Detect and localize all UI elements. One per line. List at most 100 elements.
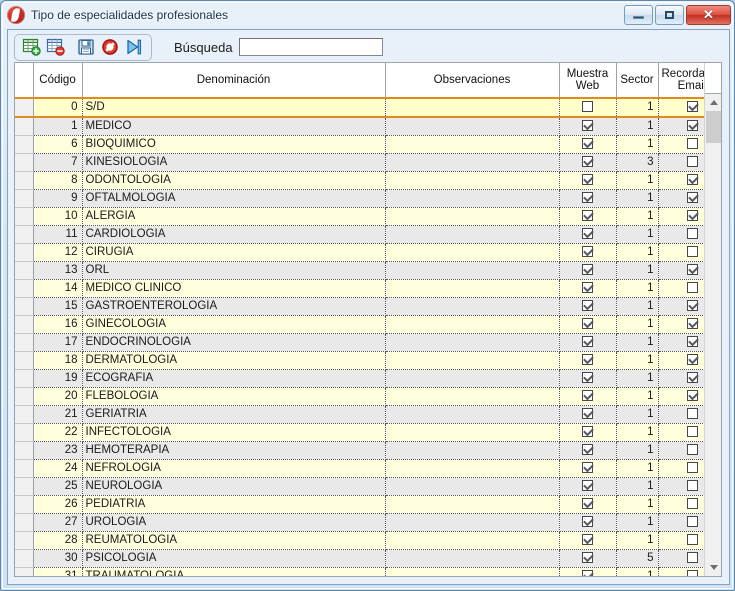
cell-denominacion[interactable]: ORL xyxy=(82,261,386,280)
cell-sector[interactable]: 5 xyxy=(616,549,659,568)
cell-codigo[interactable]: 9 xyxy=(33,189,83,208)
checkbox-checked-icon[interactable] xyxy=(582,389,593,401)
table-row[interactable]: 21 GERIATRIA 1 xyxy=(15,405,721,424)
row-selector-cell[interactable] xyxy=(15,225,34,244)
cell-codigo[interactable]: 1 xyxy=(33,117,83,136)
checkbox-unchecked-icon[interactable] xyxy=(686,461,698,473)
cell-denominacion[interactable]: CIRUGIA xyxy=(82,243,386,262)
cell-muestra-web[interactable] xyxy=(559,549,617,568)
row-selector-cell[interactable] xyxy=(15,261,34,280)
row-selector-cell[interactable] xyxy=(15,495,34,514)
column-header-codigo[interactable]: Código xyxy=(33,63,83,99)
cell-denominacion[interactable]: UROLOGIA xyxy=(82,513,386,532)
table-row[interactable]: 16 GINECOLOGIA 1 xyxy=(15,315,721,334)
row-selector-cell[interactable] xyxy=(15,459,34,478)
cell-denominacion[interactable]: TRAUMATOLOGIA xyxy=(82,567,386,576)
cell-sector[interactable]: 1 xyxy=(616,423,659,442)
cell-denominacion[interactable]: REUMATOLOGIA xyxy=(82,531,386,550)
row-selector-cell[interactable] xyxy=(15,207,34,226)
cell-denominacion[interactable]: INFECTOLOGIA xyxy=(82,423,386,442)
cell-observaciones[interactable] xyxy=(385,135,560,154)
cell-codigo[interactable]: 13 xyxy=(33,261,83,280)
minimize-button[interactable] xyxy=(624,4,653,25)
row-selector-cell[interactable] xyxy=(15,189,34,208)
cell-muestra-web[interactable] xyxy=(559,495,617,514)
cell-denominacion[interactable]: PEDIATRIA xyxy=(82,495,386,514)
cell-observaciones[interactable] xyxy=(385,243,560,262)
cell-observaciones[interactable] xyxy=(385,369,560,388)
checkbox-unchecked-icon[interactable] xyxy=(686,245,698,257)
cell-sector[interactable]: 1 xyxy=(616,387,659,406)
table-row[interactable]: 27 UROLOGIA 1 xyxy=(15,513,721,532)
cell-observaciones[interactable] xyxy=(385,477,560,496)
cell-sector[interactable]: 1 xyxy=(616,513,659,532)
cell-denominacion[interactable]: GINECOLOGIA xyxy=(82,315,386,334)
table-row[interactable]: 13 ORL 1 xyxy=(15,261,721,280)
cell-observaciones[interactable] xyxy=(385,279,560,298)
cancel-button[interactable] xyxy=(98,36,122,58)
checkbox-checked-icon[interactable] xyxy=(582,479,593,491)
checkbox-unchecked-icon[interactable] xyxy=(686,407,698,419)
checkbox-checked-icon[interactable] xyxy=(686,371,698,383)
goto-last-button[interactable] xyxy=(122,36,146,58)
cell-sector[interactable]: 1 xyxy=(616,567,659,576)
table-row[interactable]: 17 ENDOCRINOLOGIA 1 xyxy=(15,333,721,352)
table-row[interactable]: 30 PSICOLOGIA 5 xyxy=(15,549,721,568)
checkbox-checked-icon[interactable] xyxy=(686,389,698,401)
cell-observaciones[interactable] xyxy=(385,441,560,460)
cell-observaciones[interactable] xyxy=(385,567,560,576)
cell-muestra-web[interactable] xyxy=(559,423,617,442)
cell-sector[interactable]: 1 xyxy=(616,261,659,280)
checkbox-checked-icon[interactable] xyxy=(686,353,698,365)
cell-muestra-web[interactable] xyxy=(559,459,617,478)
cell-muestra-web[interactable] xyxy=(559,171,617,190)
cell-codigo[interactable]: 18 xyxy=(33,351,83,370)
vertical-scrollbar[interactable] xyxy=(704,63,721,576)
table-row[interactable]: 18 DERMATOLOGIA 1 xyxy=(15,351,721,370)
cell-muestra-web[interactable] xyxy=(559,297,617,316)
table-row[interactable]: 9 OFTALMOLOGIA 1 xyxy=(15,189,721,208)
cell-denominacion[interactable]: PSICOLOGIA xyxy=(82,549,386,568)
cell-sector[interactable]: 1 xyxy=(616,207,659,226)
scrollbar-thumb[interactable] xyxy=(706,111,721,143)
cell-muestra-web[interactable] xyxy=(559,189,617,208)
column-header-sector[interactable]: Sector xyxy=(616,63,659,99)
row-selector-cell[interactable] xyxy=(15,153,34,172)
cell-sector[interactable]: 1 xyxy=(616,405,659,424)
cell-denominacion[interactable]: ODONTOLOGIA xyxy=(82,171,386,190)
cell-observaciones[interactable] xyxy=(385,315,560,334)
checkbox-unchecked-icon[interactable] xyxy=(686,227,698,239)
cell-sector[interactable]: 3 xyxy=(616,153,659,172)
cell-codigo[interactable]: 12 xyxy=(33,243,83,262)
checkbox-checked-icon[interactable] xyxy=(686,119,698,131)
cell-denominacion[interactable]: GERIATRIA xyxy=(82,405,386,424)
checkbox-unchecked-icon[interactable] xyxy=(686,497,698,509)
cell-codigo[interactable]: 10 xyxy=(33,207,83,226)
cell-denominacion[interactable]: S/D xyxy=(82,97,386,118)
cell-observaciones[interactable] xyxy=(385,513,560,532)
cell-codigo[interactable]: 0 xyxy=(33,97,83,118)
cell-codigo[interactable]: 6 xyxy=(33,135,83,154)
maximize-button[interactable] xyxy=(655,4,684,25)
cell-denominacion[interactable]: FLEBOLOGIA xyxy=(82,387,386,406)
checkbox-checked-icon[interactable] xyxy=(686,263,698,275)
table-row[interactable]: 8 ODONTOLOGIA 1 xyxy=(15,171,721,190)
cell-observaciones[interactable] xyxy=(385,117,560,136)
cell-sector[interactable]: 1 xyxy=(616,97,659,118)
cell-observaciones[interactable] xyxy=(385,351,560,370)
row-selector-cell[interactable] xyxy=(15,531,34,550)
checkbox-unchecked-icon[interactable] xyxy=(686,533,698,545)
cell-muestra-web[interactable] xyxy=(559,531,617,550)
row-selector-cell[interactable] xyxy=(15,171,34,190)
checkbox-checked-icon[interactable] xyxy=(582,119,593,131)
row-selector-cell[interactable] xyxy=(15,441,34,460)
cell-muestra-web[interactable] xyxy=(559,477,617,496)
row-selector-cell[interactable] xyxy=(15,513,34,532)
checkbox-checked-icon[interactable] xyxy=(686,335,698,347)
checkbox-checked-icon[interactable] xyxy=(686,317,698,329)
cell-muestra-web[interactable] xyxy=(559,315,617,334)
cell-muestra-web[interactable] xyxy=(559,153,617,172)
cell-sector[interactable]: 1 xyxy=(616,369,659,388)
checkbox-checked-icon[interactable] xyxy=(582,227,593,239)
cell-muestra-web[interactable] xyxy=(559,441,617,460)
